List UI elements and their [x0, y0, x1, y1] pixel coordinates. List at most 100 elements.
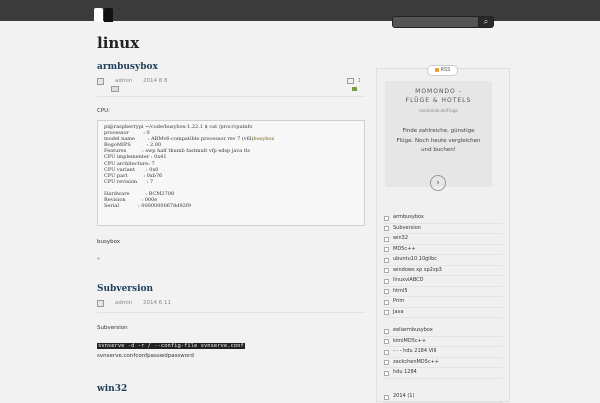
recent-post-link[interactable]: ubuntu10.10glibc — [383, 255, 503, 266]
code-highlight: busybox — [253, 136, 275, 143]
chevron-right-icon[interactable]: › — [430, 175, 446, 191]
bullet-icon — [384, 268, 389, 273]
recent-post-link[interactable]: windows xp sp2sp3 — [383, 266, 503, 276]
main-content: armbusybox admin 2014 8 8 1 CPU: pi@rasp… — [97, 62, 365, 394]
code-line: CPU variant : 0x0 — [104, 166, 159, 173]
more-link[interactable]: » — [97, 256, 365, 262]
bullet-icon — [384, 328, 389, 334]
bullet-icon — [384, 289, 389, 294]
code-line: Serial : 00000000678d92f9 — [104, 203, 191, 210]
recent-post-link[interactable]: win32 — [383, 234, 503, 245]
calendar-icon — [97, 78, 104, 85]
code-line: Features : swp half thumb fastmult vfp e… — [104, 148, 250, 155]
bullet-icon — [384, 339, 389, 344]
ad-body-line: Flüge. Noch heute vergleichen — [396, 137, 481, 144]
bullet-icon — [384, 299, 389, 305]
bullet-icon — [384, 349, 389, 355]
post-date: 2014 8 8 — [143, 78, 168, 84]
rss-link[interactable]: RSS — [427, 65, 458, 76]
ad-body-line: und buchen! — [421, 147, 456, 153]
tag-icon[interactable] — [352, 87, 357, 91]
recent-post-link[interactable]: MD5c++ — [383, 245, 503, 255]
code-line: model name : ARMv6-compatible processor … — [104, 136, 254, 143]
post-date: 2014 6 11 — [143, 300, 171, 306]
top-bar: ⌕ — [0, 0, 600, 28]
recent-comment-link[interactable]: kimiMD5c++ — [383, 337, 503, 347]
bullet-icon — [384, 226, 389, 231]
recent-post-link-label: Subversion — [393, 224, 421, 231]
recent-comment-link[interactable]: eeliarmbusybox — [383, 326, 503, 337]
recent-post-link-label: html5 — [393, 287, 408, 294]
post-title[interactable]: Subversion — [97, 284, 365, 294]
recent-post-link-label: ubuntu10.10glibc — [393, 256, 437, 262]
post-title[interactable]: win32 — [97, 384, 365, 394]
bullet-icon — [384, 394, 389, 400]
bullet-icon — [384, 257, 389, 263]
recent-post-link-label: MD5c++ — [393, 245, 416, 252]
command-text: svnserve -d -r / --config-file svnserve.… — [97, 343, 245, 349]
post-text: busybox — [97, 239, 121, 245]
post-meta: admin 2014 6 11 — [97, 300, 365, 313]
site-title[interactable]: linux — [97, 34, 139, 52]
recent-post-link-label: linuxviABCD — [393, 277, 424, 283]
code-line: pi@raspberrypi ~/code/busybox-1.22.1 $ c… — [104, 124, 253, 130]
code-block: pi@raspberrypi ~/code/busybox-1.22.1 $ c… — [97, 120, 365, 226]
bullet-icon — [384, 247, 389, 252]
post-meta: admin 2014 8 8 1 — [97, 78, 365, 97]
code-line: Hardware : BCM2708 — [104, 191, 175, 198]
recent-post-link[interactable]: Prim — [383, 297, 503, 308]
recent-comment-link[interactable]: zackchenMD5c++ — [383, 358, 503, 368]
archives-list: 2014 (1) — [383, 392, 503, 403]
code-line: CPU architecture: 7 — [104, 160, 155, 167]
post-author[interactable]: admin — [115, 300, 132, 306]
code-line: Revision : 000e — [104, 197, 158, 204]
recent-post-link-label: win32 — [393, 235, 409, 241]
recent-post-link[interactable]: linuxviABCD — [383, 276, 503, 287]
recent-post-link[interactable]: armbusybox — [383, 213, 503, 224]
recent-post-link[interactable]: Java — [383, 308, 503, 318]
recent-comment-link[interactable]: - - - hdu 2184 VIII — [383, 347, 503, 358]
recent-post-link-label: Prim — [393, 298, 405, 304]
recent-comment-link-label: - - - hdu 2184 VIII — [393, 348, 437, 354]
recent-comment-link-label: zackchenMD5c++ — [393, 358, 439, 365]
logo-icon[interactable] — [94, 8, 103, 22]
search-button[interactable]: ⌕ — [478, 16, 494, 28]
search-input[interactable] — [392, 16, 480, 28]
recent-comment-link-label: kimiMD5c++ — [393, 337, 427, 344]
code-line: CPU part : 0xb76 — [104, 172, 163, 179]
post-text: CPU: — [97, 108, 111, 114]
post-author[interactable]: admin — [115, 78, 132, 84]
post-text: svnserve.confconfpasswdpassword — [97, 353, 194, 359]
recent-comments-list: eeliarmbusybox kimiMD5c++ - - - hdu 2184 V… — [383, 326, 503, 379]
recent-comment-link[interactable]: hdu 1284 — [383, 368, 503, 379]
archive-link[interactable]: 2014 (1) — [383, 392, 503, 403]
recent-post-link-label: Java — [393, 308, 404, 315]
sidebar: RSS MOMONDO - FLÜGE & HOTELS momondo.de/… — [376, 65, 510, 403]
calendar-icon — [97, 300, 104, 307]
ad-banner[interactable]: MOMONDO - FLÜGE & HOTELS momondo.de/Flüg… — [385, 81, 492, 191]
bullet-icon — [384, 310, 389, 315]
post-text: Subversion — [97, 325, 128, 331]
rss-label: RSS — [440, 67, 451, 73]
recent-post-link-label: armbusybox — [393, 214, 424, 220]
ad-body-line: Finde zahlreiche, günstige — [402, 128, 475, 134]
ad-title-line: MOMONDO - — [415, 88, 462, 95]
recent-comment-link-label: hdu 1284 — [393, 369, 417, 375]
post-title[interactable]: armbusybox — [97, 62, 365, 72]
rss-icon — [434, 67, 439, 72]
bullet-icon — [384, 278, 389, 284]
more-icon: » — [97, 256, 101, 262]
ad-subtitle: momondo.de/Flüge — [419, 108, 458, 113]
recent-comment-link-label: eeliarmbusybox — [393, 327, 433, 333]
comment-count[interactable]: 1 — [358, 78, 362, 84]
ad-body: Finde zahlreiche, günstige Flüge. Noch h… — [385, 127, 492, 156]
recent-post-link[interactable]: html5 — [383, 287, 503, 297]
recent-posts-list: armbusybox Subversion win32 MD5c++ ubuntu10.… — [383, 213, 503, 318]
recent-post-link[interactable]: Subversion — [383, 224, 503, 234]
ad-title: MOMONDO - FLÜGE & HOTELS — [385, 87, 492, 105]
comment-icon — [347, 78, 354, 84]
folder-icon — [111, 86, 119, 92]
recent-post-link-label: windows xp sp2sp3 — [393, 266, 442, 273]
bullet-icon — [384, 360, 389, 365]
code-line: CPU implementer : 0x41 — [104, 154, 167, 161]
